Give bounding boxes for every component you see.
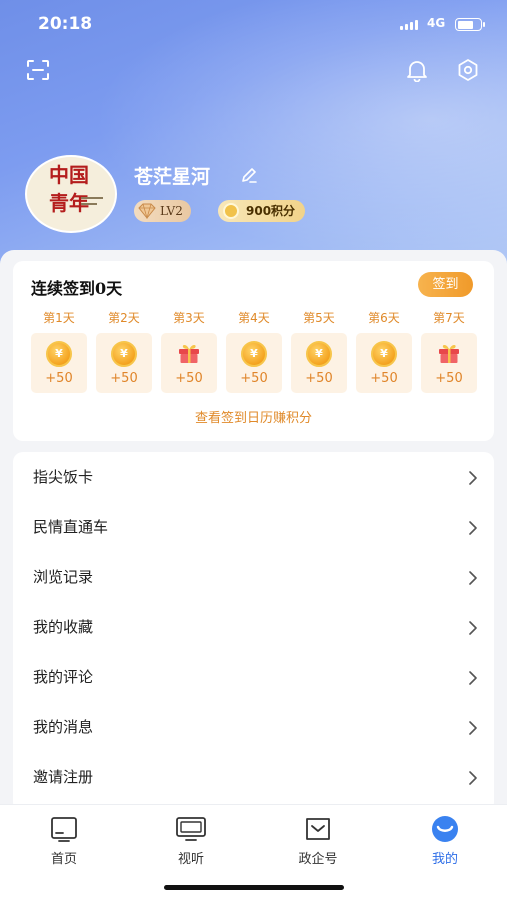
profile-smile-icon xyxy=(400,815,490,843)
chevron-right-icon xyxy=(468,570,478,589)
home-indicator[interactable] xyxy=(164,885,344,890)
coin-icon: ¥ xyxy=(111,341,137,367)
notification-bell-icon[interactable] xyxy=(405,58,429,86)
tab-media[interactable]: 视听 xyxy=(146,815,236,867)
chevron-right-icon xyxy=(468,720,478,739)
day-reward: +50 xyxy=(110,371,138,386)
menu-item-meal-card[interactable]: 指尖饭卡 xyxy=(13,452,494,502)
avatar-text-line1: 中国 xyxy=(49,163,89,187)
diamond-icon xyxy=(138,203,156,226)
chevron-right-icon xyxy=(468,770,478,789)
points-text: 900积分 xyxy=(246,204,296,218)
signin-day-2[interactable]: 第2天 ¥ +50 xyxy=(96,309,152,393)
level-badge[interactable]: LV2 xyxy=(134,200,191,222)
tab-me[interactable]: 我的 xyxy=(400,815,490,867)
menu-item-favorites[interactable]: 我的收藏 xyxy=(13,602,494,652)
day-label: 第6天 xyxy=(368,311,400,325)
day-reward-box: ¥ +50 xyxy=(291,333,347,393)
day-label: 第7天 xyxy=(433,311,465,325)
bookmark-icon xyxy=(273,815,363,843)
signin-calendar-link[interactable]: 查看签到日历赚积分 xyxy=(13,407,494,426)
avatar-decoration xyxy=(81,203,97,205)
day-reward-box: ¥ +50 xyxy=(96,333,152,393)
day-label: 第3天 xyxy=(173,311,205,325)
day-reward: +50 xyxy=(240,371,268,386)
day-reward: +50 xyxy=(175,371,203,386)
signin-day-5[interactable]: 第5天 ¥ +50 xyxy=(291,309,347,393)
menu-item-label: 民情直通车 xyxy=(33,518,109,536)
signin-card: 连续签到0天 签到 第1天 ¥ +50 第2天 ¥ +50 第3天 +50 第4… xyxy=(13,261,494,441)
coin-icon: ¥ xyxy=(306,341,332,367)
menu-list: 指尖饭卡 民情直通车 浏览记录 我的收藏 我的评论 我的消息 邀请注册 xyxy=(13,452,494,812)
signin-day-1[interactable]: 第1天 ¥ +50 xyxy=(31,309,87,393)
status-bar: 20:18 4G xyxy=(0,0,507,50)
tab-gov-enterprise[interactable]: 政企号 xyxy=(273,815,363,867)
network-type: 4G xyxy=(427,16,446,30)
signal-icon xyxy=(400,20,418,30)
signin-day-3[interactable]: 第3天 +50 xyxy=(161,309,217,393)
signin-button[interactable]: 签到 xyxy=(418,272,473,297)
menu-item-label: 我的评论 xyxy=(33,668,94,686)
menu-item-history[interactable]: 浏览记录 xyxy=(13,552,494,602)
menu-item-label: 我的收藏 xyxy=(33,618,94,636)
tab-home[interactable]: 首页 xyxy=(19,815,109,867)
coin-icon: ¥ xyxy=(241,341,267,367)
menu-item-public-opinion[interactable]: 民情直通车 xyxy=(13,502,494,552)
gift-icon xyxy=(437,341,461,369)
menu-item-label: 我的消息 xyxy=(33,718,94,736)
tab-label: 视听 xyxy=(177,852,204,867)
chevron-right-icon xyxy=(468,520,478,539)
day-label: 第5天 xyxy=(303,311,335,325)
gift-icon xyxy=(177,341,201,369)
day-reward-box: +50 xyxy=(421,333,477,393)
day-reward: +50 xyxy=(435,371,463,386)
menu-item-comments[interactable]: 我的评论 xyxy=(13,652,494,702)
coin-icon xyxy=(223,203,239,219)
status-time: 20:18 xyxy=(38,14,93,34)
signin-day-4[interactable]: 第4天 ¥ +50 xyxy=(226,309,282,393)
coin-icon: ¥ xyxy=(371,341,397,367)
day-reward-box: ¥ +50 xyxy=(356,333,412,393)
chevron-right-icon xyxy=(468,470,478,489)
chevron-right-icon xyxy=(468,620,478,639)
settings-gear-icon[interactable] xyxy=(456,58,480,86)
scan-icon[interactable] xyxy=(26,59,50,85)
tab-label: 政企号 xyxy=(298,852,338,867)
profile-section: 中国 青年 苍茫星河 LV2 900积分 xyxy=(0,150,507,240)
monitor-icon xyxy=(146,815,236,843)
signin-day-7[interactable]: 第7天 +50 xyxy=(421,309,477,393)
home-tv-icon xyxy=(19,815,109,843)
day-label: 第1天 xyxy=(43,311,75,325)
day-reward-box: +50 xyxy=(161,333,217,393)
level-text: LV2 xyxy=(160,204,183,218)
day-reward-box: ¥ +50 xyxy=(31,333,87,393)
day-reward: +50 xyxy=(370,371,398,386)
menu-item-label: 邀请注册 xyxy=(33,768,94,786)
day-reward: +50 xyxy=(45,371,73,386)
menu-item-invite[interactable]: 邀请注册 xyxy=(13,752,494,802)
edit-pencil-icon[interactable] xyxy=(240,166,258,188)
menu-item-label: 浏览记录 xyxy=(33,568,94,586)
day-reward: +50 xyxy=(305,371,333,386)
day-label: 第2天 xyxy=(108,311,140,325)
day-label: 第4天 xyxy=(238,311,270,325)
battery-icon xyxy=(455,18,485,31)
signin-day-6[interactable]: 第6天 ¥ +50 xyxy=(356,309,412,393)
coin-icon: ¥ xyxy=(46,341,72,367)
tab-label: 我的 xyxy=(431,852,458,867)
tab-label: 首页 xyxy=(50,852,77,867)
username[interactable]: 苍茫星河 xyxy=(134,162,210,189)
day-reward-box: ¥ +50 xyxy=(226,333,282,393)
points-badge[interactable]: 900积分 xyxy=(218,200,306,222)
chevron-right-icon xyxy=(468,670,478,689)
avatar[interactable]: 中国 青年 xyxy=(25,155,117,233)
avatar-decoration xyxy=(81,197,103,199)
menu-item-messages[interactable]: 我的消息 xyxy=(13,702,494,752)
signin-streak-title: 连续签到0天 xyxy=(31,279,123,298)
menu-item-label: 指尖饭卡 xyxy=(33,468,94,486)
